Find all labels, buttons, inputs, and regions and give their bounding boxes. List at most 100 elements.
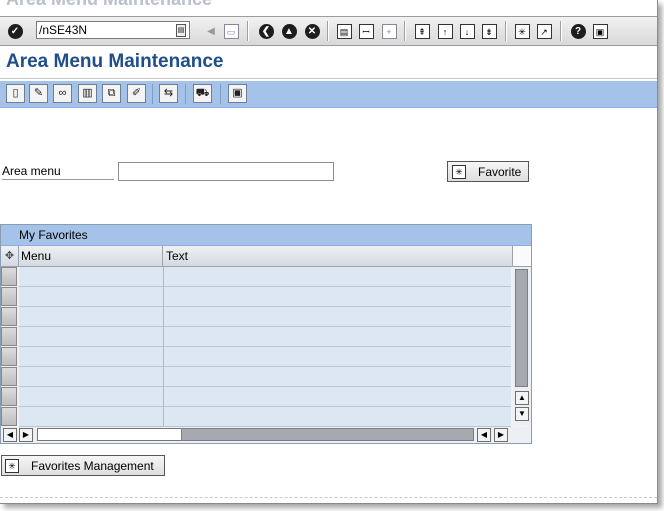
cell-menu[interactable] — [19, 367, 164, 387]
transport-truck-icon[interactable]: ⛟ — [193, 84, 212, 103]
cell-text[interactable] — [164, 387, 511, 407]
cell-text[interactable] — [164, 367, 511, 387]
help-icon[interactable]: ? — [569, 22, 587, 40]
copy-icon[interactable]: ⧉ — [102, 84, 121, 103]
scroll-left-icon[interactable]: ◀ — [477, 428, 491, 442]
row-selector[interactable] — [1, 347, 17, 366]
favorites-table: My Favorites ✥ Menu Text ▲ ▼ ◀ ▶ ◀ ▶ — [0, 224, 532, 444]
info-icon[interactable]: ▣ — [228, 84, 247, 103]
column-header-text[interactable]: Text — [164, 246, 513, 266]
command-history-dropdown-icon[interactable]: ▤ — [176, 24, 186, 37]
create-icon[interactable]: ▯ — [6, 84, 25, 103]
hierarchy-icon[interactable]: ⇆ — [159, 84, 178, 103]
scroll-up-icon[interactable]: ▲ — [515, 391, 529, 405]
table-row[interactable] — [1, 407, 511, 427]
toolbar-separator — [327, 21, 329, 41]
layout-icon[interactable]: ▣ — [591, 22, 609, 40]
vertical-scroll-thumb[interactable] — [515, 269, 528, 387]
toolbar-separator — [185, 84, 186, 104]
cell-text[interactable] — [164, 347, 511, 367]
cell-menu[interactable] — [19, 307, 164, 327]
horizontal-scroll-thumb[interactable] — [181, 428, 474, 441]
find-next-icon[interactable]: + — [380, 22, 398, 40]
scroll-down-icon[interactable]: ▼ — [515, 407, 529, 421]
table-row[interactable] — [1, 267, 511, 287]
row-selector[interactable] — [1, 307, 17, 326]
table-header: ✥ Menu Text — [1, 246, 531, 267]
favorites-management-label: Favorites Management — [31, 458, 154, 473]
row-selector[interactable] — [1, 267, 17, 286]
cell-menu[interactable] — [19, 347, 164, 367]
find-icon[interactable]: ꟷ — [357, 22, 375, 40]
table-row[interactable] — [1, 327, 511, 347]
change-pencil-icon[interactable]: ✎ — [29, 84, 48, 103]
page-title: Area Menu Maintenance — [6, 51, 224, 72]
favorite-button[interactable]: ✳ Favorite — [447, 161, 529, 182]
table-row[interactable] — [1, 347, 511, 367]
favorite-icon: ✳ — [452, 164, 466, 179]
row-selector[interactable] — [1, 327, 17, 346]
cell-text[interactable] — [164, 407, 511, 427]
scroll-right-icon[interactable]: ▶ — [494, 428, 508, 442]
table-settings-icon[interactable]: ✥ — [1, 246, 19, 266]
toolbar-separator — [247, 21, 249, 41]
window-title-faded: Area Menu Maintenance — [6, 0, 212, 10]
cell-menu[interactable] — [19, 387, 164, 407]
toolbar-separator — [220, 84, 221, 104]
favorites-management-button[interactable]: ✳ Favorites Management — [1, 455, 165, 476]
cell-text[interactable] — [164, 267, 511, 287]
cell-menu[interactable] — [19, 407, 164, 427]
favorite-button-label: Favorite — [478, 164, 522, 179]
enter-check-icon[interactable]: ✓ — [6, 22, 24, 40]
scroll-left-icon[interactable]: ◀ — [3, 428, 17, 442]
header-filler — [513, 246, 531, 266]
row-selector[interactable] — [1, 287, 17, 306]
last-page-icon[interactable]: ⇟ — [480, 22, 498, 40]
table-row[interactable] — [1, 387, 511, 407]
row-selector[interactable] — [1, 367, 17, 386]
sap-window: Area Menu Maintenance ✓ /nSE43N ▤ ◀ ▭ ❮ … — [0, 0, 658, 504]
table-caption-text: My Favorites — [19, 228, 88, 242]
command-field[interactable]: /nSE43N ▤ — [36, 21, 190, 39]
cell-menu[interactable] — [19, 327, 164, 347]
scroll-right-icon[interactable]: ▶ — [19, 428, 33, 442]
application-toolbar: ▯ ✎ ∞ ▥ ⧉ ✐ ⇆ ⛟ ▣ — [0, 81, 657, 108]
cell-text[interactable] — [164, 307, 511, 327]
cancel-icon[interactable]: ✕ — [303, 22, 321, 40]
area-menu-label: Area menu — [2, 164, 61, 178]
cell-menu[interactable] — [19, 287, 164, 307]
cell-menu[interactable] — [19, 267, 164, 287]
title-bar: Area Menu Maintenance — [0, 46, 657, 79]
cell-text[interactable] — [164, 327, 511, 347]
table-caption: My Favorites — [1, 225, 531, 246]
edit-icon[interactable]: ✐ — [127, 84, 146, 103]
area-menu-input[interactable] — [118, 162, 334, 181]
display-glasses-icon[interactable]: ∞ — [53, 84, 72, 103]
table-body — [1, 267, 511, 427]
create-session-icon[interactable]: ✳ — [513, 22, 531, 40]
next-page-icon[interactable]: ↓ — [458, 22, 476, 40]
cell-text[interactable] — [164, 287, 511, 307]
toolbar-separator — [404, 21, 406, 41]
command-field-value: /nSE43N — [39, 23, 88, 37]
first-page-icon[interactable]: ⇞ — [413, 22, 431, 40]
horizontal-scrollbar[interactable]: ◀ ▶ ◀ ▶ — [1, 427, 531, 443]
delete-trash-icon[interactable]: ▥ — [78, 84, 97, 103]
row-selector[interactable] — [1, 387, 17, 406]
exit-icon[interactable]: ▲ — [280, 22, 298, 40]
print-icon[interactable]: ▤ — [335, 22, 353, 40]
favorites-management-icon: ✳ — [5, 458, 19, 473]
table-row[interactable] — [1, 287, 511, 307]
system-toolbar: ✓ /nSE43N ▤ ◀ ▭ ❮ ▲ ✕ ▤ ꟷ + ⇞ ↑ ↓ ⇟ ✳ ↗ … — [0, 16, 657, 46]
shortcut-icon[interactable]: ↗ — [535, 22, 553, 40]
previous-page-icon[interactable]: ↑ — [436, 22, 454, 40]
table-row[interactable] — [1, 307, 511, 327]
toolbar-separator — [505, 21, 507, 41]
toolbar-separator — [560, 21, 562, 41]
save-icon[interactable]: ▭ — [222, 22, 240, 40]
vertical-scrollbar[interactable]: ▲ ▼ — [513, 267, 531, 425]
back-icon[interactable]: ❮ — [257, 22, 275, 40]
row-selector[interactable] — [1, 407, 17, 426]
column-header-menu[interactable]: Menu — [19, 246, 163, 266]
table-row[interactable] — [1, 367, 511, 387]
